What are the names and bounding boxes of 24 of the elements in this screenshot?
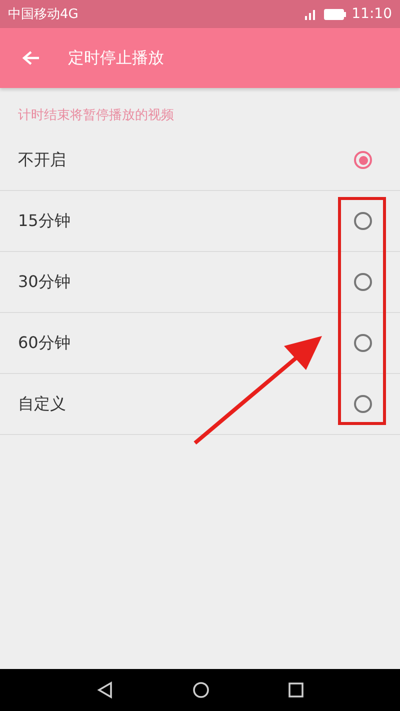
option-label: 30分钟 (18, 272, 70, 292)
page-title: 定时停止播放 (68, 48, 164, 68)
back-arrow-icon[interactable] (22, 50, 40, 66)
signal-icon (304, 8, 318, 20)
timer-option[interactable]: 自定义 (0, 374, 400, 435)
home-circle-icon[interactable] (192, 681, 210, 699)
timer-option[interactable]: 30分钟 (0, 252, 400, 313)
section-hint: 计时结束将暂停播放的视频 (17, 107, 175, 125)
battery-icon (324, 8, 346, 20)
recents-square-icon[interactable] (288, 682, 304, 698)
carrier-label: 中国移动4G (8, 6, 78, 23)
radio-button[interactable] (354, 273, 372, 291)
radio-button[interactable] (354, 334, 372, 352)
option-label: 15分钟 (18, 210, 70, 232)
option-label: 自定义 (18, 394, 66, 414)
radio-button[interactable] (354, 151, 372, 169)
timer-option[interactable]: 15分钟 (0, 191, 400, 252)
radio-button[interactable] (354, 395, 372, 413)
radio-button[interactable] (354, 212, 372, 230)
back-triangle-icon[interactable] (96, 681, 114, 699)
option-label: 不开启 (18, 150, 66, 170)
timer-option[interactable]: 不开启 (0, 130, 400, 191)
option-label: 60分钟 (18, 332, 70, 354)
clock-time: 11:10 (352, 6, 392, 22)
